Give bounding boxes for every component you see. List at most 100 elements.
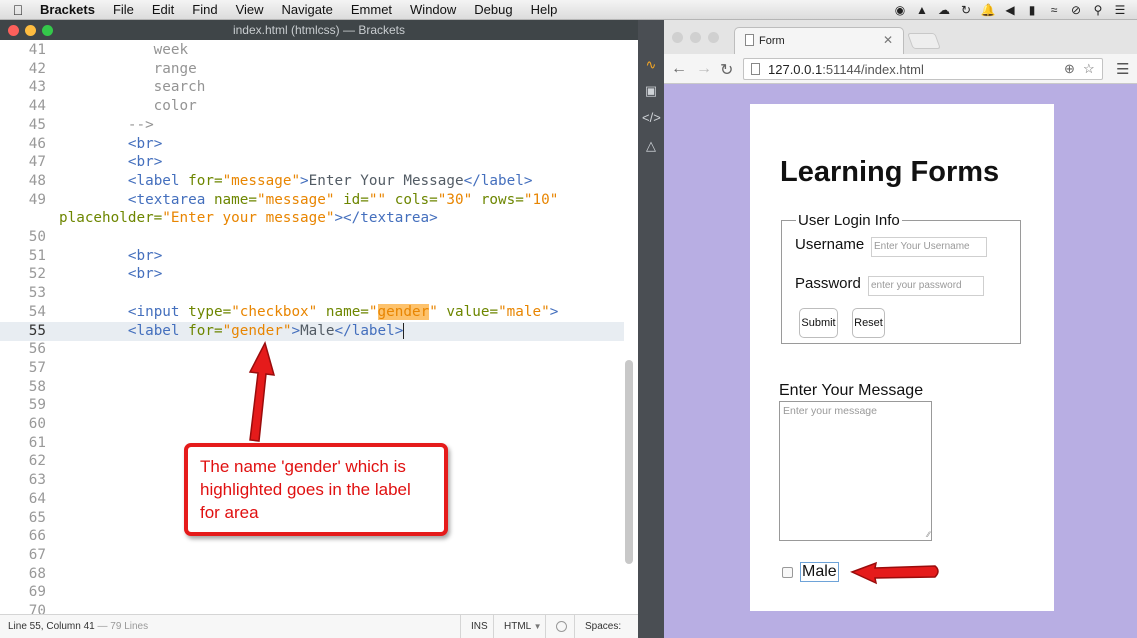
code-token: value= (437, 303, 499, 320)
chevron-down-icon: ▼ (533, 622, 542, 631)
gender-checkbox[interactable] (782, 567, 793, 578)
code-line[interactable]: 53 (0, 284, 624, 303)
code-line[interactable]: 57 (0, 359, 624, 378)
code-token: "message" (257, 191, 335, 208)
menu-edit[interactable]: Edit (143, 0, 183, 20)
creative-cloud-icon[interactable]: ☁ (933, 3, 955, 17)
code-line[interactable]: 67 (0, 546, 624, 565)
code-line[interactable]: 51 <br> (0, 247, 624, 266)
code-token: " (368, 303, 378, 320)
code-line[interactable]: 58 (0, 378, 624, 397)
bookmark-star-icon[interactable]: ☆ (1083, 61, 1095, 77)
code-token: "" (368, 191, 387, 208)
browser-menu-icon[interactable]: ☰ (1116, 60, 1129, 78)
battery-icon[interactable]: ▮ (1021, 3, 1043, 17)
code-line[interactable]: 55 <label for="gender">Male</label> (0, 321, 624, 341)
code-line[interactable]: 69 (0, 583, 624, 602)
editor-status-bar: Line 55, Column 41 — 79 Lines INS HTML ▼… (0, 614, 638, 638)
code-line[interactable]: 56 (0, 340, 624, 359)
code-line-wrapped[interactable]: placeholder="Enter your message"></texta… (0, 209, 624, 228)
browser-tab-form[interactable]: Form ✕ (734, 27, 904, 54)
address-bar[interactable]: 127.0.0.1:51144/index.html ⊕ ☆ (743, 58, 1103, 80)
code-line[interactable]: 42 range (0, 60, 624, 79)
reset-button[interactable]: Reset (852, 308, 885, 338)
browser-zoom-button[interactable] (708, 32, 719, 43)
apple-menu-icon[interactable]:  (0, 2, 36, 18)
code-line[interactable]: 60 (0, 415, 624, 434)
line-number: 66 (28, 528, 46, 545)
code-line[interactable]: 68 (0, 565, 624, 584)
back-arrow-icon[interactable]: ← (671, 60, 687, 78)
line-number: 63 (28, 472, 46, 489)
code-line[interactable]: 52 <br> (0, 265, 624, 284)
browser-minimize-button[interactable] (690, 32, 701, 43)
code-line[interactable]: 49 <textarea name="message" id="" cols="… (0, 191, 624, 210)
notification-center-icon[interactable]: ☰ (1109, 3, 1131, 17)
zoom-icon[interactable]: ⊕ (1064, 61, 1075, 77)
tab-title: Form (759, 35, 785, 47)
menu-help[interactable]: Help (522, 0, 567, 20)
forward-arrow-icon[interactable]: → (696, 60, 712, 78)
zoom-window-button[interactable] (42, 25, 53, 36)
spotlight-search-icon[interactable]: ⚲ (1087, 3, 1109, 17)
code-line[interactable]: 46 <br> (0, 135, 624, 154)
code-line[interactable]: 48 <label for="message">Enter Your Messa… (0, 172, 624, 191)
message-textarea[interactable]: Enter your message ∕∕ (779, 401, 932, 541)
live-preview-icon[interactable]: ∿ (642, 56, 660, 74)
resize-grip-icon[interactable]: ∕∕ (927, 530, 930, 539)
drive-icon[interactable]: ▲ (911, 3, 933, 17)
editor-scrollbar[interactable] (625, 360, 633, 564)
menu-find[interactable]: Find (183, 0, 226, 20)
close-window-button[interactable] (8, 25, 19, 36)
volume-icon[interactable]: ◀ (999, 3, 1021, 17)
menu-debug[interactable]: Debug (465, 0, 521, 20)
menu-window[interactable]: Window (401, 0, 465, 20)
username-input[interactable]: Enter Your Username (871, 237, 987, 257)
male-label[interactable]: Male (800, 562, 839, 582)
browser-close-button[interactable] (672, 32, 683, 43)
line-number: 51 (28, 247, 46, 264)
code-line[interactable]: 50 (0, 228, 624, 247)
menu-view[interactable]: View (227, 0, 273, 20)
sync-icon[interactable]: ↻ (955, 3, 977, 17)
code-token: for= (188, 172, 223, 189)
code-editor[interactable]: 41 week 42 range 43 search 44 color 45 --> 46… (0, 40, 624, 634)
extension-manager-icon[interactable]: ▣ (642, 82, 660, 100)
clock-icon[interactable]: ⊘ (1065, 3, 1087, 17)
line-number: 47 (28, 154, 46, 171)
record-icon[interactable]: ◉ (889, 3, 911, 17)
code-token: <input (127, 303, 189, 320)
new-tab-button[interactable] (907, 33, 941, 49)
linter-status[interactable] (545, 615, 577, 638)
cursor-position-text: Line 55, Column 41 (8, 621, 95, 632)
menu-emmet[interactable]: Emmet (342, 0, 401, 20)
layers-icon[interactable]: △ (642, 137, 660, 155)
submit-button[interactable]: Submit (799, 308, 838, 338)
code-line[interactable]: 47 <br> (0, 153, 624, 172)
code-tag-icon[interactable]: </> (642, 109, 661, 127)
minimize-window-button[interactable] (25, 25, 36, 36)
tab-close-icon[interactable]: ✕ (883, 33, 893, 47)
notification-bell-icon[interactable]: 🔔 (977, 3, 999, 17)
wifi-icon[interactable]: ≈ (1043, 3, 1065, 17)
code-line[interactable]: 41 week (0, 41, 624, 60)
highlighted-token: gender (377, 303, 430, 320)
menu-app-name[interactable]: Brackets (36, 0, 104, 20)
code-line[interactable]: 45 --> (0, 116, 624, 135)
menu-navigate[interactable]: Navigate (273, 0, 342, 20)
code-line[interactable]: 43 search (0, 78, 624, 97)
code-token: </label> (334, 322, 404, 339)
code-line[interactable]: 59 (0, 396, 624, 415)
code-token: "message" (222, 172, 301, 189)
menu-file[interactable]: File (104, 0, 143, 20)
code-token: --> (59, 116, 154, 133)
line-number: 58 (28, 378, 46, 395)
password-input[interactable]: enter your password (868, 276, 984, 296)
code-line[interactable]: 54 <input type="checkbox" name="gender" … (0, 303, 624, 322)
language-select[interactable]: HTML ▼ (493, 615, 552, 638)
reload-icon[interactable]: ↻ (720, 60, 733, 80)
code-line[interactable]: 44 color (0, 97, 624, 116)
indent-spaces-setting[interactable]: Spaces: 2 (574, 615, 638, 638)
